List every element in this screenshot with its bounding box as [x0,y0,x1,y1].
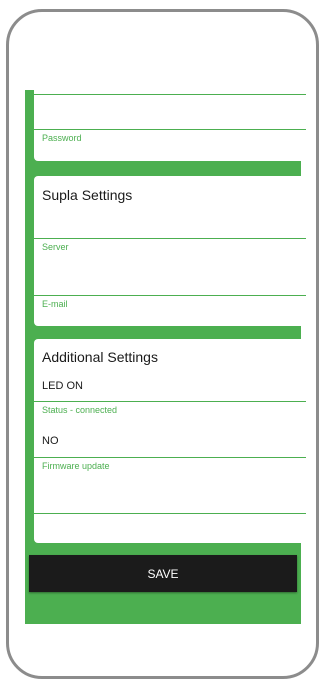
password-field[interactable]: Password [34,129,306,161]
server-label: Server [42,242,69,252]
additional-settings-title: Additional Settings [42,349,158,365]
led-value[interactable]: LED ON [42,380,83,392]
status-field[interactable]: Status - connected NO [34,401,306,457]
previous-field[interactable] [34,94,306,129]
supla-settings-card: Supla Settings Server E-mail [34,176,306,326]
password-label: Password [42,133,82,143]
email-label: E-mail [42,299,68,309]
firmware-update-field[interactable]: Firmware update [34,457,306,513]
phone-frame: Password Supla Settings Server E-mail Ad… [6,9,319,679]
server-field[interactable]: Server [34,238,306,295]
additional-settings-card: Additional Settings LED ON Status - conn… [34,339,306,543]
wifi-settings-card: Password [34,86,306,161]
supla-settings-title: Supla Settings [42,187,133,203]
status-value: NO [42,435,59,447]
firmware-update-label: Firmware update [42,461,110,471]
extra-field[interactable] [34,513,306,543]
email-field[interactable]: E-mail [34,295,306,326]
save-button[interactable]: SAVE [29,555,297,592]
status-label: Status - connected [42,405,118,415]
app-screen: Password Supla Settings Server E-mail Ad… [25,86,306,624]
